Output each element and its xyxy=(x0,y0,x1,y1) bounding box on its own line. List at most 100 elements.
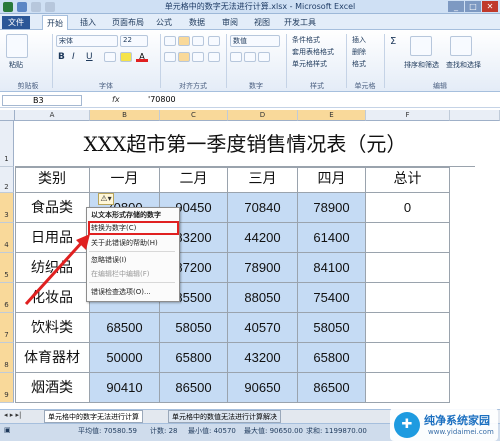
row-header-6[interactable]: 6 xyxy=(0,283,14,313)
align-bottom-icon[interactable] xyxy=(192,36,204,46)
table-cell-category[interactable]: 烟酒类 xyxy=(15,373,90,403)
minimize-button[interactable]: _ xyxy=(448,1,464,12)
format-cells-button[interactable]: 格式 xyxy=(352,59,366,69)
fill-color-icon[interactable] xyxy=(120,52,132,62)
align-middle-icon[interactable] xyxy=(178,36,190,46)
wrap-text-icon[interactable] xyxy=(208,36,220,46)
row-header-8[interactable]: 8 xyxy=(0,343,14,373)
table-cell-category[interactable]: 食品类 xyxy=(15,193,90,223)
column-header-b[interactable]: B xyxy=(90,110,160,121)
table-cell-category[interactable]: 饮料类 xyxy=(15,313,90,343)
table-cell-total[interactable] xyxy=(366,343,450,373)
table-cell-value[interactable]: 40570 xyxy=(228,313,298,343)
undo-icon[interactable] xyxy=(31,2,41,12)
table-cell-value[interactable]: 78900 xyxy=(298,193,366,223)
table-cell-value[interactable]: 44200 xyxy=(228,223,298,253)
header-cell-total[interactable]: 总计 xyxy=(366,167,450,193)
underline-button[interactable]: U xyxy=(86,52,93,62)
row-header-9[interactable]: 9 xyxy=(0,373,14,403)
table-cell-value[interactable]: 86500 xyxy=(160,373,228,403)
tab-view[interactable]: 视图 xyxy=(250,15,274,30)
italic-button[interactable]: I xyxy=(72,52,75,62)
percent-icon[interactable] xyxy=(244,52,256,62)
table-cell-total[interactable] xyxy=(366,283,450,313)
header-cell-feb[interactable]: 二月 xyxy=(160,167,228,193)
sheet-nav-arrows-icon[interactable]: ◂ ▸ ▸| xyxy=(4,411,21,419)
align-top-icon[interactable] xyxy=(164,36,176,46)
menu-item-error-checking-options[interactable]: 错误检查选项(O)... xyxy=(87,287,179,298)
table-cell-value[interactable]: 43200 xyxy=(228,343,298,373)
border-icon[interactable] xyxy=(104,52,116,62)
align-center-icon[interactable] xyxy=(178,52,190,62)
menu-item-edit-in-formula-bar[interactable]: 在编辑栏中编辑(F) xyxy=(87,269,179,280)
table-cell-category[interactable]: 体育器材 xyxy=(15,343,90,373)
conditional-format-button[interactable]: 条件格式 xyxy=(292,35,320,45)
format-as-table-button[interactable]: 套用表格格式 xyxy=(292,47,334,57)
row-header-7[interactable]: 7 xyxy=(0,313,14,343)
autosum-icon[interactable]: Σ xyxy=(390,36,396,47)
column-header-a[interactable]: A xyxy=(15,110,90,121)
header-cell-jan[interactable]: 一月 xyxy=(90,167,160,193)
table-cell-total[interactable] xyxy=(366,373,450,403)
table-cell-value[interactable]: 86500 xyxy=(298,373,366,403)
row-header-3[interactable]: 3 xyxy=(0,193,14,223)
number-format-select[interactable]: 数值 xyxy=(230,35,280,47)
sort-filter-icon[interactable] xyxy=(410,36,432,56)
column-header-e[interactable]: E xyxy=(298,110,366,121)
table-cell-total[interactable] xyxy=(366,253,450,283)
header-cell-mar[interactable]: 三月 xyxy=(228,167,298,193)
formula-input[interactable]: '70800 xyxy=(148,95,176,104)
table-cell-value[interactable]: 61400 xyxy=(298,223,366,253)
comma-style-icon[interactable] xyxy=(258,52,270,62)
align-right-icon[interactable] xyxy=(192,52,204,62)
table-cell-value[interactable]: 75400 xyxy=(298,283,366,313)
merge-center-icon[interactable] xyxy=(208,52,220,62)
column-header-c[interactable]: C xyxy=(160,110,228,121)
font-size-select[interactable]: 22 xyxy=(120,35,148,47)
sheet-tab-2[interactable]: 单元格中的数值无法进行计算解决 xyxy=(168,410,281,423)
table-cell-value[interactable]: 65800 xyxy=(160,343,228,373)
save-icon[interactable] xyxy=(17,2,27,12)
tab-developer[interactable]: 开发工具 xyxy=(280,15,320,30)
header-cell-category[interactable]: 类别 xyxy=(15,167,90,193)
delete-cells-button[interactable]: 删除 xyxy=(352,47,366,57)
font-color-icon[interactable]: A xyxy=(136,52,148,62)
tab-insert[interactable]: 插入 xyxy=(76,15,100,30)
tab-page-layout[interactable]: 页面布局 xyxy=(108,15,148,30)
maximize-button[interactable]: □ xyxy=(465,1,481,12)
tab-formulas[interactable]: 公式 xyxy=(152,15,176,30)
table-cell-value[interactable]: 84100 xyxy=(298,253,366,283)
tab-data[interactable]: 数据 xyxy=(185,15,209,30)
row-header-2[interactable]: 2 xyxy=(0,167,14,193)
error-warning-icon[interactable]: ⚠▾ xyxy=(98,193,114,205)
row-header-5[interactable]: 5 xyxy=(0,253,14,283)
redo-icon[interactable] xyxy=(45,2,55,12)
table-cell-value[interactable]: 65800 xyxy=(298,343,366,373)
table-cell-value[interactable]: 70840 xyxy=(228,193,298,223)
sheet-tab-1[interactable]: 单元格中的数字无法进行计算 xyxy=(44,410,143,423)
table-cell-value[interactable]: 90410 xyxy=(90,373,160,403)
font-name-select[interactable]: 宋体 xyxy=(56,35,118,47)
menu-item-help-on-error[interactable]: 关于此错误的帮助(H) xyxy=(87,238,179,249)
table-cell-value[interactable]: 88050 xyxy=(228,283,298,313)
table-cell-value[interactable]: 68500 xyxy=(90,313,160,343)
column-header-d[interactable]: D xyxy=(228,110,298,121)
tab-review[interactable]: 审阅 xyxy=(218,15,242,30)
select-all-corner[interactable] xyxy=(0,110,15,121)
table-cell-value[interactable]: 78900 xyxy=(228,253,298,283)
table-cell-value[interactable]: 58050 xyxy=(298,313,366,343)
row-header-1[interactable]: 1 xyxy=(0,121,14,167)
sheet-title[interactable]: XXX超市第一季度销售情况表（元） xyxy=(15,121,475,167)
tab-home[interactable]: 开始 xyxy=(42,15,68,30)
close-button[interactable]: ✕ xyxy=(482,1,498,12)
table-cell-total[interactable]: 0 xyxy=(366,193,450,223)
column-header-blank[interactable] xyxy=(450,110,500,121)
name-box[interactable]: B3 xyxy=(2,95,82,106)
table-cell-total[interactable] xyxy=(366,313,450,343)
cell-styles-button[interactable]: 单元格样式 xyxy=(292,59,327,69)
file-tab[interactable]: 文件 xyxy=(2,16,30,29)
column-header-f[interactable]: F xyxy=(366,110,450,121)
row-header-4[interactable]: 4 xyxy=(0,223,14,253)
table-cell-value[interactable]: 58050 xyxy=(160,313,228,343)
fx-icon[interactable]: fx xyxy=(112,95,120,104)
